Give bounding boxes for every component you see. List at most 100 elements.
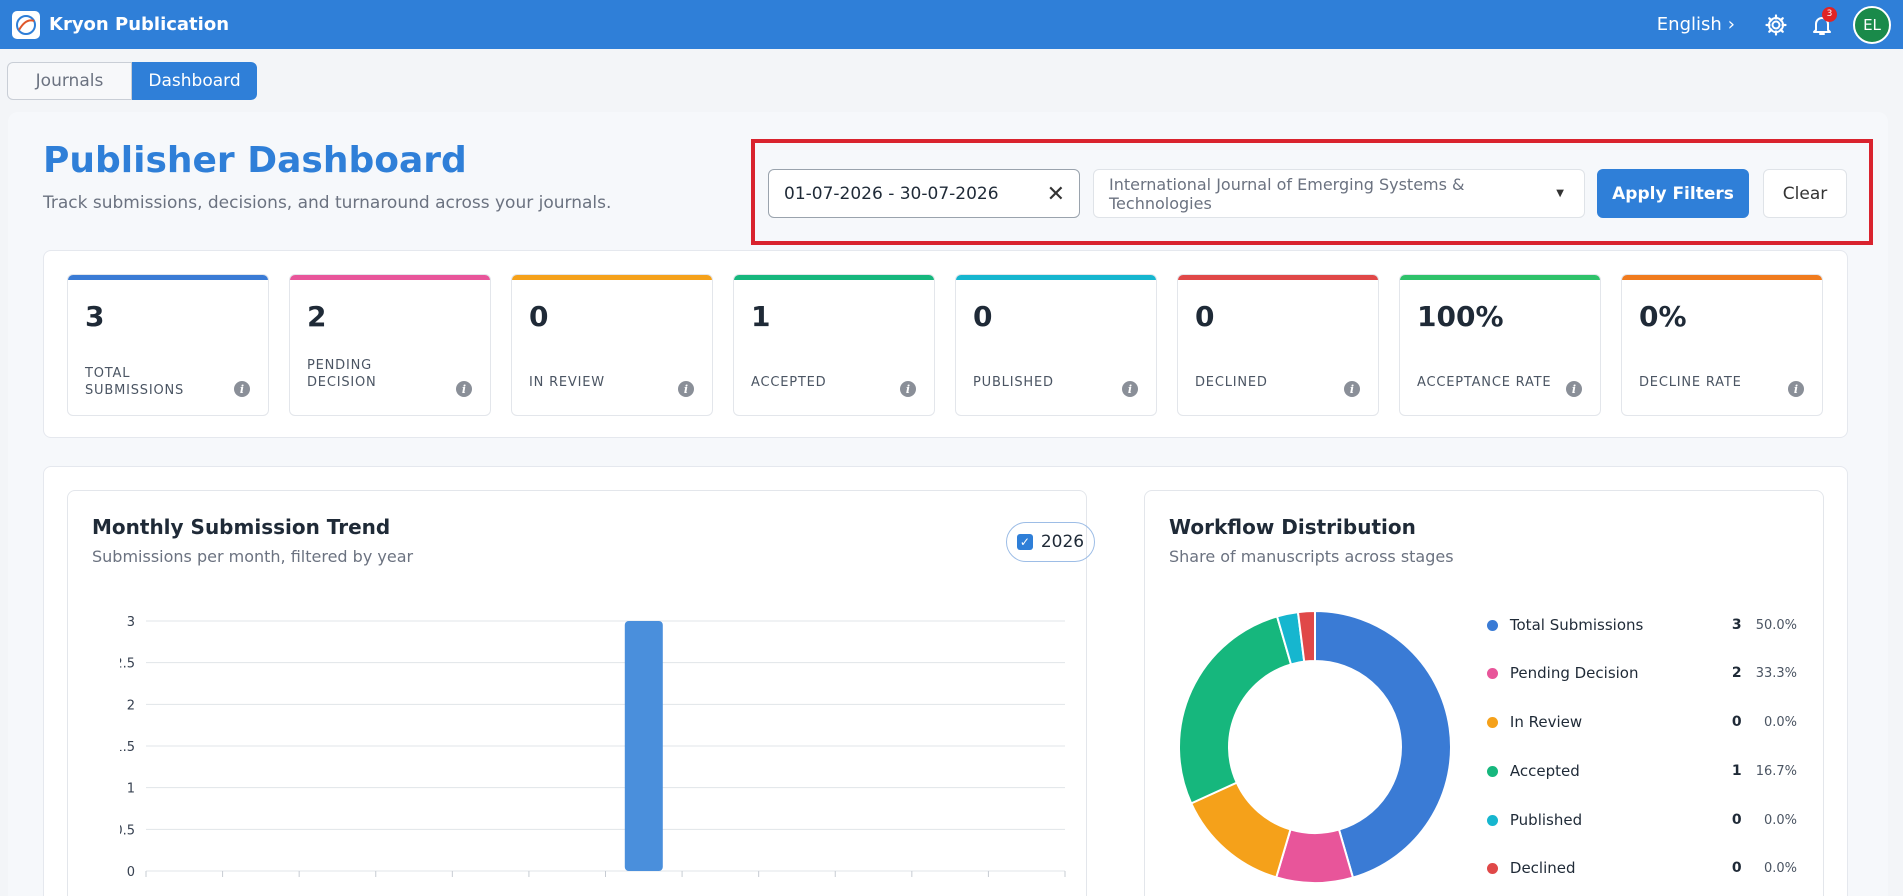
legend-item: Accepted 1 16.7% xyxy=(1487,760,1797,782)
stat-value: 1 xyxy=(751,300,771,333)
view-tabs: Journals Dashboard xyxy=(7,62,257,100)
stat-label: PUBLISHED xyxy=(973,375,1054,390)
stat-value: 3 xyxy=(85,300,105,333)
legend-count: 0 xyxy=(1731,714,1742,730)
y-tick-label: 1.5 xyxy=(120,740,135,755)
user-avatar[interactable]: EL xyxy=(1853,5,1891,44)
stat-card-total-submissions: 3 TOTAL SUBMISSIONS i xyxy=(67,274,269,416)
legend-name: Declined xyxy=(1509,859,1576,877)
legend-dot xyxy=(1487,619,1498,631)
info-icon[interactable]: i xyxy=(234,381,250,397)
info-icon[interactable]: i xyxy=(1122,381,1138,397)
legend-percent: 0.0% xyxy=(1763,860,1797,876)
stat-accent-bar xyxy=(956,275,1156,280)
tab-journals[interactable]: Journals xyxy=(7,62,132,100)
stat-value: 0% xyxy=(1639,300,1687,333)
info-icon[interactable]: i xyxy=(1566,381,1582,397)
y-tick-label: 0.5 xyxy=(120,823,135,838)
language-label: English xyxy=(1656,14,1722,35)
legend-name: Pending Decision xyxy=(1509,664,1639,682)
legend-percent: 0.0% xyxy=(1763,812,1797,828)
legend-item: Pending Decision 2 33.3% xyxy=(1487,662,1797,684)
stat-value: 0 xyxy=(529,300,549,333)
date-range-input[interactable]: 01-07-2026 - 30-07-2026 ✕ xyxy=(768,169,1080,218)
stat-card-decline-rate: 0% DECLINE RATE i xyxy=(1621,274,1823,416)
stat-label: DECLINED xyxy=(1195,375,1268,390)
stat-card-in-review: 0 IN REVIEW i xyxy=(511,274,713,416)
info-icon[interactable]: i xyxy=(1788,381,1804,397)
workflow-subtitle: Share of manuscripts across stages xyxy=(1169,547,1454,566)
stat-label: DECLINE RATE xyxy=(1639,375,1742,390)
stat-accent-bar xyxy=(734,275,934,280)
tab-dashboard[interactable]: Dashboard xyxy=(132,62,257,100)
stat-accent-bar xyxy=(290,275,490,280)
legend-name: In Review xyxy=(1509,713,1583,731)
info-icon[interactable]: i xyxy=(456,381,472,397)
page-title: Publisher Dashboard xyxy=(43,140,467,181)
stat-label: ACCEPTANCE RATE xyxy=(1417,375,1552,390)
journal-select[interactable]: International Journal of Emerging System… xyxy=(1093,169,1585,218)
legend-count: 0 xyxy=(1731,812,1742,828)
donut-slice xyxy=(1178,615,1293,805)
trend-title: Monthly Submission Trend xyxy=(92,515,391,539)
legend-percent: 16.7% xyxy=(1755,763,1797,779)
stat-label: ACCEPTED xyxy=(751,375,827,390)
workflow-donut-chart xyxy=(1178,609,1452,884)
chevron-right-icon: › xyxy=(1727,14,1735,35)
date-range-value: 01-07-2026 - 30-07-2026 xyxy=(784,183,999,204)
notifications-button[interactable]: 3 xyxy=(1807,6,1837,40)
year-filter-chip[interactable]: ✓ 2026 xyxy=(1006,522,1095,562)
stat-card-acceptance-rate: 100% ACCEPTANCE RATE i xyxy=(1399,274,1601,416)
language-switcher[interactable]: English › xyxy=(1657,14,1735,35)
stat-card-declined: 0 DECLINED i xyxy=(1177,274,1379,416)
close-icon[interactable]: ✕ xyxy=(1047,182,1065,207)
stat-accent-bar xyxy=(68,275,268,280)
legend-count: 1 xyxy=(1731,763,1742,779)
legend-percent: 50.0% xyxy=(1755,617,1797,633)
info-icon[interactable]: i xyxy=(678,381,694,397)
stat-value: 0 xyxy=(973,300,993,333)
legend-item: Total Submissions 3 50.0% xyxy=(1487,614,1797,636)
stat-accent-bar xyxy=(512,275,712,280)
clear-filters-button[interactable]: Clear xyxy=(1763,169,1847,218)
legend-dot xyxy=(1487,716,1498,728)
legend-dot xyxy=(1487,862,1498,874)
stat-accent-bar xyxy=(1178,275,1378,280)
legend-name: Published xyxy=(1509,811,1583,829)
legend-dot xyxy=(1487,667,1498,679)
notification-badge: 3 xyxy=(1822,6,1837,22)
legend-name: Total Submissions xyxy=(1509,616,1644,634)
monthly-trend-chart: 0 0.5 1 1.5 2 2.5 3 xyxy=(120,615,1066,880)
info-icon[interactable]: i xyxy=(1344,381,1360,397)
app-title: Kryon Publication xyxy=(49,14,230,35)
legend-percent: 0.0% xyxy=(1763,714,1797,730)
page-subtitle: Track submissions, decisions, and turnar… xyxy=(43,193,612,213)
legend-count: 0 xyxy=(1731,860,1742,876)
stat-label: PENDING DECISION xyxy=(307,358,377,390)
trend-subtitle: Submissions per month, filtered by year xyxy=(92,547,414,566)
y-tick-label: 0 xyxy=(127,865,135,880)
legend-count: 2 xyxy=(1731,665,1742,681)
stat-accent-bar xyxy=(1622,275,1822,280)
apply-filters-button[interactable]: Apply Filters xyxy=(1597,169,1749,218)
stats-strip: 3 TOTAL SUBMISSIONS i 2 PENDING DECISION… xyxy=(43,250,1848,438)
info-icon[interactable]: i xyxy=(900,381,916,397)
stat-card-accepted: 1 ACCEPTED i xyxy=(733,274,935,416)
legend-count: 3 xyxy=(1731,617,1742,633)
y-tick-label: 2 xyxy=(127,698,135,713)
y-tick-label: 2.5 xyxy=(120,657,135,672)
bar xyxy=(624,621,663,871)
top-bar: Kryon Publication English › 3 EL xyxy=(0,0,1903,49)
journal-select-value: International Journal of Emerging System… xyxy=(1109,174,1465,213)
stat-value: 2 xyxy=(307,300,327,333)
stat-value: 0 xyxy=(1195,300,1215,333)
workflow-title: Workflow Distribution xyxy=(1169,515,1416,539)
legend-item: Declined 0 0.0% xyxy=(1487,857,1797,879)
legend-item: In Review 0 0.0% xyxy=(1487,711,1797,733)
y-tick-label: 1 xyxy=(127,782,135,797)
legend-name: Accepted xyxy=(1509,762,1580,780)
app-logo-icon[interactable] xyxy=(12,10,40,39)
caret-down-icon: ▼ xyxy=(1556,188,1564,199)
settings-button[interactable] xyxy=(1761,10,1791,40)
legend-item: Published 0 0.0% xyxy=(1487,809,1797,831)
